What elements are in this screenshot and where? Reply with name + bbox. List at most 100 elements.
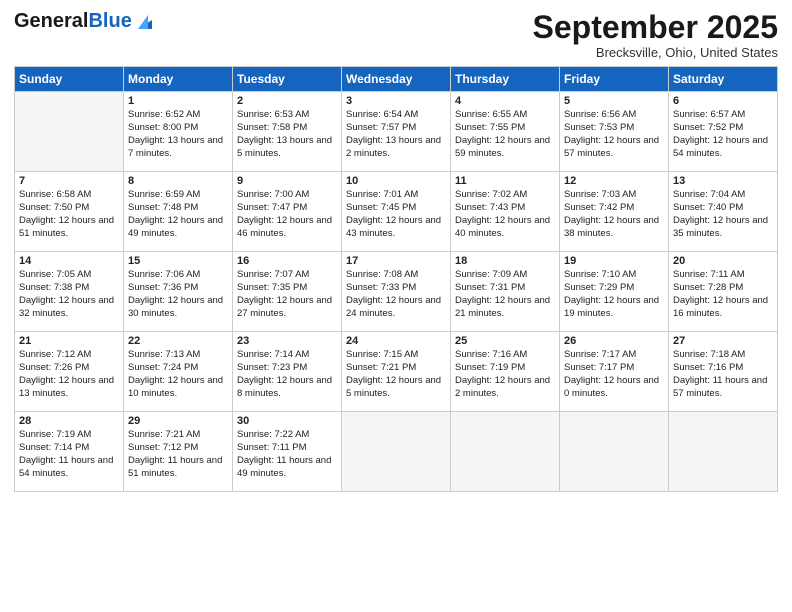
calendar-cell: 3 Sunrise: 6:54 AMSunset: 7:57 PMDaylight… [342, 92, 451, 172]
calendar-cell: 27 Sunrise: 7:18 AMSunset: 7:16 PMDayligh… [669, 332, 778, 412]
calendar-week-1: 1 Sunrise: 6:52 AMSunset: 8:00 PMDaylight… [15, 92, 778, 172]
header-day-sunday: Sunday [15, 67, 124, 92]
day-number: 25 [455, 335, 555, 347]
day-info: Sunrise: 7:08 AMSunset: 7:33 PMDaylight:… [346, 269, 446, 320]
calendar-cell: 26 Sunrise: 7:17 AMSunset: 7:17 PMDayligh… [560, 332, 669, 412]
day-number: 24 [346, 335, 446, 347]
day-info: Sunrise: 6:58 AMSunset: 7:50 PMDaylight:… [19, 189, 119, 240]
calendar-cell: 19Sunrise: 7:10 AMSunset: 7:29 PMDayligh… [560, 252, 669, 332]
day-number: 15 [128, 255, 228, 267]
day-info: Sunrise: 7:05 AMSunset: 7:38 PMDaylight:… [19, 269, 119, 320]
day-info: Sunrise: 7:16 AMSunset: 7:19 PMDaylight:… [455, 349, 555, 400]
day-info: Sunrise: 7:09 AMSunset: 7:31 PMDaylight:… [455, 269, 555, 320]
day-info: Sunrise: 7:06 AMSunset: 7:36 PMDaylight:… [128, 269, 228, 320]
day-info: Sunrise: 7:01 AMSunset: 7:45 PMDaylight:… [346, 189, 446, 240]
day-number: 12 [564, 175, 664, 187]
day-info: Sunrise: 7:14 AMSunset: 7:23 PMDaylight:… [237, 349, 337, 400]
day-info: Sunrise: 7:22 AMSunset: 7:11 PMDaylight:… [237, 429, 337, 480]
calendar-cell: 20 Sunrise: 7:11 AMSunset: 7:28 PMDayligh… [669, 252, 778, 332]
day-number: 4 [455, 95, 555, 107]
calendar-header-row: SundayMondayTuesdayWednesdayThursdayFrid… [15, 67, 778, 92]
day-number: 20 [673, 255, 773, 267]
calendar-cell: 9Sunrise: 7:00 AMSunset: 7:47 PMDaylight… [233, 172, 342, 252]
day-info: Sunrise: 7:00 AMSunset: 7:47 PMDaylight:… [237, 189, 337, 240]
calendar-cell [15, 92, 124, 172]
day-info: Sunrise: 7:07 AMSunset: 7:35 PMDaylight:… [237, 269, 337, 320]
location: Brecksville, Ohio, United States [533, 45, 778, 60]
calendar-cell: 24 Sunrise: 7:15 AMSunset: 7:21 PMDayligh… [342, 332, 451, 412]
day-info: Sunrise: 7:19 AMSunset: 7:14 PMDaylight:… [19, 429, 119, 480]
day-number: 6 [673, 95, 773, 107]
logo-blue: Blue [88, 10, 131, 33]
logo-icon [134, 11, 156, 33]
day-number: 8 [128, 175, 228, 187]
calendar-cell: 10 Sunrise: 7:01 AMSunset: 7:45 PMDayligh… [342, 172, 451, 252]
day-info: Sunrise: 7:02 AMSunset: 7:43 PMDaylight:… [455, 189, 555, 240]
day-number: 16 [237, 255, 337, 267]
day-info: Sunrise: 7:18 AMSunset: 7:16 PMDaylight:… [673, 349, 773, 400]
day-number: 11 [455, 175, 555, 187]
day-info: Sunrise: 6:54 AMSunset: 7:57 PMDaylight:… [346, 109, 446, 160]
calendar-cell: 7Sunrise: 6:58 AMSunset: 7:50 PMDaylight… [15, 172, 124, 252]
calendar-week-4: 21 Sunrise: 7:12 AMSunset: 7:26 PMDayligh… [15, 332, 778, 412]
calendar-cell: 14 Sunrise: 7:05 AMSunset: 7:38 PMDayligh… [15, 252, 124, 332]
calendar-cell: 17 Sunrise: 7:08 AMSunset: 7:33 PMDayligh… [342, 252, 451, 332]
day-number: 17 [346, 255, 446, 267]
day-number: 18 [455, 255, 555, 267]
calendar-week-2: 7Sunrise: 6:58 AMSunset: 7:50 PMDaylight… [15, 172, 778, 252]
header-day-tuesday: Tuesday [233, 67, 342, 92]
day-info: Sunrise: 7:11 AMSunset: 7:28 PMDaylight:… [673, 269, 773, 320]
calendar-cell: 29Sunrise: 7:21 AMSunset: 7:12 PMDayligh… [124, 412, 233, 492]
day-number: 13 [673, 175, 773, 187]
calendar-cell [669, 412, 778, 492]
calendar-cell: 25 Sunrise: 7:16 AMSunset: 7:19 PMDayligh… [451, 332, 560, 412]
day-info: Sunrise: 6:52 AMSunset: 8:00 PMDaylight:… [128, 109, 228, 160]
calendar-cell: 11 Sunrise: 7:02 AMSunset: 7:43 PMDayligh… [451, 172, 560, 252]
day-number: 28 [19, 415, 119, 427]
calendar-week-5: 28 Sunrise: 7:19 AMSunset: 7:14 PMDayligh… [15, 412, 778, 492]
calendar-cell: 4 Sunrise: 6:55 AMSunset: 7:55 PMDaylight… [451, 92, 560, 172]
day-number: 14 [19, 255, 119, 267]
calendar-cell: 13 Sunrise: 7:04 AMSunset: 7:40 PMDayligh… [669, 172, 778, 252]
day-info: Sunrise: 7:03 AMSunset: 7:42 PMDaylight:… [564, 189, 664, 240]
header-day-saturday: Saturday [669, 67, 778, 92]
main-container: General Blue September 2025 Brecksville,… [0, 0, 792, 500]
day-info: Sunrise: 6:55 AMSunset: 7:55 PMDaylight:… [455, 109, 555, 160]
calendar-week-3: 14 Sunrise: 7:05 AMSunset: 7:38 PMDayligh… [15, 252, 778, 332]
day-number: 1 [128, 95, 228, 107]
header-day-monday: Monday [124, 67, 233, 92]
day-info: Sunrise: 6:53 AMSunset: 7:58 PMDaylight:… [237, 109, 337, 160]
day-info: Sunrise: 7:04 AMSunset: 7:40 PMDaylight:… [673, 189, 773, 240]
day-info: Sunrise: 7:17 AMSunset: 7:17 PMDaylight:… [564, 349, 664, 400]
header-day-wednesday: Wednesday [342, 67, 451, 92]
day-info: Sunrise: 6:57 AMSunset: 7:52 PMDaylight:… [673, 109, 773, 160]
month-title: September 2025 [533, 10, 778, 45]
day-number: 21 [19, 335, 119, 347]
day-number: 26 [564, 335, 664, 347]
logo: General Blue [14, 10, 156, 33]
calendar-cell [560, 412, 669, 492]
day-number: 27 [673, 335, 773, 347]
day-number: 30 [237, 415, 337, 427]
day-number: 29 [128, 415, 228, 427]
day-number: 3 [346, 95, 446, 107]
calendar-cell [451, 412, 560, 492]
calendar-cell: 8Sunrise: 6:59 AMSunset: 7:48 PMDaylight… [124, 172, 233, 252]
calendar-cell: 30 Sunrise: 7:22 AMSunset: 7:11 PMDayligh… [233, 412, 342, 492]
calendar-cell: 21 Sunrise: 7:12 AMSunset: 7:26 PMDayligh… [15, 332, 124, 412]
day-number: 19 [564, 255, 664, 267]
calendar-cell: 15 Sunrise: 7:06 AMSunset: 7:36 PMDayligh… [124, 252, 233, 332]
header-day-thursday: Thursday [451, 67, 560, 92]
day-number: 10 [346, 175, 446, 187]
header-row: General Blue September 2025 Brecksville,… [14, 10, 778, 60]
day-info: Sunrise: 7:15 AMSunset: 7:21 PMDaylight:… [346, 349, 446, 400]
day-number: 5 [564, 95, 664, 107]
calendar-cell: 5Sunrise: 6:56 AMSunset: 7:53 PMDaylight… [560, 92, 669, 172]
calendar-cell: 12 Sunrise: 7:03 AMSunset: 7:42 PMDayligh… [560, 172, 669, 252]
day-info: Sunrise: 7:12 AMSunset: 7:26 PMDaylight:… [19, 349, 119, 400]
day-number: 22 [128, 335, 228, 347]
day-info: Sunrise: 7:13 AMSunset: 7:24 PMDaylight:… [128, 349, 228, 400]
day-number: 2 [237, 95, 337, 107]
calendar-cell: 6 Sunrise: 6:57 AMSunset: 7:52 PMDaylight… [669, 92, 778, 172]
calendar-cell: 28 Sunrise: 7:19 AMSunset: 7:14 PMDayligh… [15, 412, 124, 492]
